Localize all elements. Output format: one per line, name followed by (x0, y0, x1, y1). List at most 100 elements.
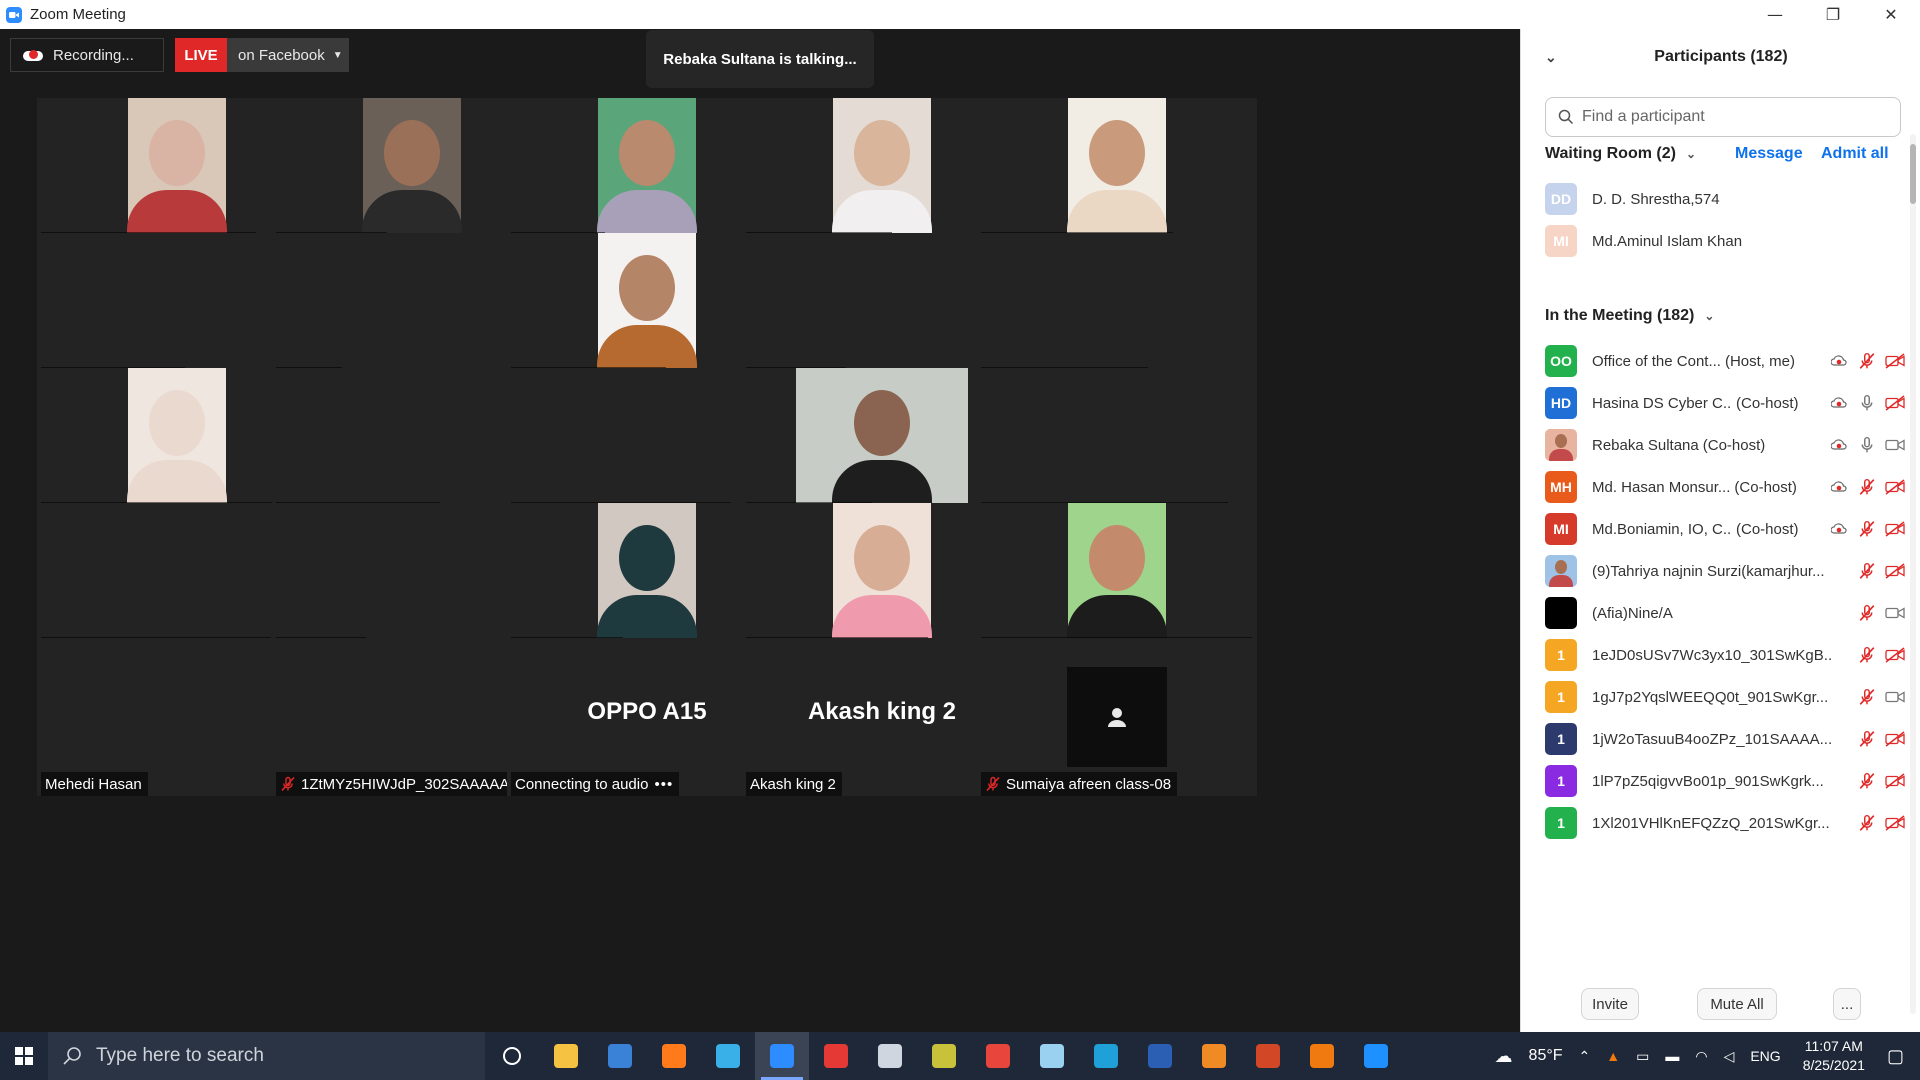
participant-name: (9)Tahriya najnin Surzi(kamarjhur... (1592, 562, 1825, 580)
mic-muted-icon[interactable] (1857, 351, 1877, 371)
participant-name: Akash king 2 (750, 775, 836, 793)
camera-off-icon (1885, 477, 1905, 497)
avatar: 1 (1545, 765, 1577, 797)
wifi-icon[interactable]: ◠ (1695, 1048, 1707, 1065)
participant-name: (Afia)Nine/A (1592, 604, 1673, 622)
chrome-icon[interactable] (971, 1032, 1025, 1080)
participants-scrollbar[interactable] (1910, 134, 1916, 1014)
powerpoint-icon[interactable] (1241, 1032, 1295, 1080)
windows-taskbar: Type here to search ☁ 85°F ⌃ ▲ ▭ ▬ ◠ ◁ E… (0, 1032, 1920, 1080)
participant-search-box[interactable] (1545, 97, 1901, 137)
weather-icon[interactable]: ☁ (1495, 1046, 1513, 1067)
notification-icon[interactable]: ▢ (1887, 1046, 1904, 1067)
gfx-icon[interactable] (1187, 1032, 1241, 1080)
restore-button[interactable]: ❐ (1804, 0, 1862, 29)
infinity-icon[interactable] (701, 1032, 755, 1080)
minimize-button[interactable]: — (1746, 0, 1804, 29)
mute-all-button[interactable]: Mute All (1697, 988, 1777, 1020)
mic-muted-icon[interactable] (1857, 729, 1877, 749)
mic-muted-icon[interactable] (1857, 477, 1877, 497)
notepad-icon[interactable] (1025, 1032, 1079, 1080)
photo-icon[interactable] (917, 1032, 971, 1080)
avatar: MH (1545, 471, 1577, 503)
participant-row[interactable]: MI Md.Boniamin, IO, C... (Co-host) (1545, 509, 1905, 549)
taskbar-search[interactable]: Type here to search (48, 1032, 485, 1080)
waiting-participant-row[interactable]: DD D. D. Shrestha,574 (1545, 179, 1905, 219)
mic-muted-icon (985, 776, 1006, 792)
battery-icon[interactable]: ▬ (1665, 1048, 1679, 1064)
invite-button[interactable]: Invite (1581, 988, 1639, 1020)
help-icon[interactable] (1349, 1032, 1403, 1080)
participant-role: (Co-host) (1736, 520, 1799, 538)
language-indicator[interactable]: ENG (1750, 1048, 1780, 1064)
active-speaker-banner: Rebaka Sultana is talking... (646, 30, 874, 88)
mic-muted-icon[interactable] (1857, 687, 1877, 707)
chevron-down-icon[interactable]: ⌄ (1545, 49, 1557, 66)
weather-temp[interactable]: 85°F (1529, 1047, 1563, 1065)
participant-name: Md. Hasan Monsur... (1592, 478, 1731, 496)
more-options-button[interactable]: ... (1833, 988, 1861, 1020)
close-button[interactable]: ✕ (1862, 0, 1920, 29)
participant-row[interactable]: Rebaka Sultana (Co-host) (1545, 425, 1905, 465)
store-icon[interactable] (593, 1032, 647, 1080)
recording-indicator[interactable]: Recording... (10, 38, 164, 72)
vlc-tray-icon[interactable]: ▲ (1606, 1048, 1620, 1064)
waiting-room-header[interactable]: Waiting Room (2) ⌄ Message Admit all (1545, 141, 1905, 167)
participant-row[interactable]: 1 1eJD0sUSv7Wc3yx10_301SwKgB... (1545, 635, 1905, 675)
mic-muted-icon[interactable] (1857, 603, 1877, 623)
file-explorer-icon[interactable] (539, 1032, 593, 1080)
word-icon[interactable] (1133, 1032, 1187, 1080)
clock-date: 8/25/2021 (1802, 1057, 1865, 1073)
edge-icon[interactable] (1079, 1032, 1133, 1080)
recording-icon (1829, 477, 1849, 497)
admit-all-link[interactable]: Admit all (1821, 145, 1889, 163)
default-avatar-icon (1067, 667, 1167, 767)
mic-icon[interactable] (1857, 435, 1877, 455)
cortana-icon[interactable] (485, 1032, 539, 1080)
participant-name: 1gJ7p2YqslWEEQQ0t_901SwKgr... (1592, 688, 1829, 706)
participant-name: Mehedi Hasan (45, 775, 142, 793)
waiting-participant-row[interactable]: MI Md.Aminul Islam Khan (1545, 221, 1905, 261)
vlc-icon[interactable] (1295, 1032, 1349, 1080)
chevron-down-icon: ⌄ (1685, 147, 1697, 161)
mic-icon[interactable] (1857, 393, 1877, 413)
firefox-icon[interactable] (647, 1032, 701, 1080)
avatar: 1 (1545, 723, 1577, 755)
mic-muted-icon[interactable] (1857, 813, 1877, 833)
participant-row[interactable]: 1 1jW2oTasuuB4ooZPz_101SAAAA... (1545, 719, 1905, 759)
participant-search-input[interactable] (1582, 108, 1882, 126)
chevron-up-icon[interactable]: ⌃ (1579, 1048, 1591, 1065)
mic-muted-icon[interactable] (1857, 771, 1877, 791)
live-destination-dropdown[interactable]: on Facebook ▼ (227, 38, 349, 72)
participant-name: 1jW2oTasuuB4ooZPz_101SAAAA... (1592, 730, 1832, 748)
video-tile[interactable]: Sumaiya afreen class-08 (977, 638, 1257, 796)
recording-icon (1829, 393, 1849, 413)
participant-name: Office of the Cont... (1592, 352, 1721, 370)
participant-row[interactable]: MH Md. Hasan Monsur... (Co-host) (1545, 467, 1905, 507)
camera-off-icon (1885, 519, 1905, 539)
speaker-icon[interactable]: ◁ (1724, 1048, 1735, 1065)
participant-row[interactable]: 1 1gJ7p2YqslWEEQQ0t_901SwKgr... (1545, 677, 1905, 717)
participants-footer: Invite Mute All ... (1521, 979, 1920, 1029)
anydesk-icon[interactable] (809, 1032, 863, 1080)
participant-role: (Co-host) (1736, 394, 1799, 412)
mic-muted-icon[interactable] (1857, 561, 1877, 581)
mic-muted-icon[interactable] (1857, 519, 1877, 539)
avatar: HD (1545, 387, 1577, 419)
start-button[interactable] (0, 1032, 48, 1080)
device-icon[interactable]: ▭ (1636, 1048, 1649, 1065)
message-link[interactable]: Message (1735, 145, 1803, 163)
in-meeting-header[interactable]: In the Meeting (182) ⌄ (1545, 303, 1905, 329)
zoom-icon[interactable] (755, 1032, 809, 1080)
mic-muted-icon[interactable] (1857, 645, 1877, 665)
participant-row[interactable]: HD Hasina DS Cyber C... (Co-host) (1545, 383, 1905, 423)
paint-icon[interactable] (863, 1032, 917, 1080)
participant-row[interactable]: (9)Tahriya najnin Surzi(kamarjhur... (1545, 551, 1905, 591)
participant-row[interactable]: OO Office of the Cont... (Host, me) (1545, 341, 1905, 381)
window-title: Zoom Meeting (30, 6, 126, 23)
avatar (1545, 597, 1577, 629)
participant-row[interactable]: 1 1Xl201VHlKnEFQZzQ_201SwKgr... (1545, 803, 1905, 843)
clock[interactable]: 11:07 AM 8/25/2021 (1803, 1037, 1865, 1075)
participant-row[interactable]: (Afia)Nine/A (1545, 593, 1905, 633)
participant-row[interactable]: 1 1lP7pZ5qigvvBo01p_901SwKgrk... (1545, 761, 1905, 801)
